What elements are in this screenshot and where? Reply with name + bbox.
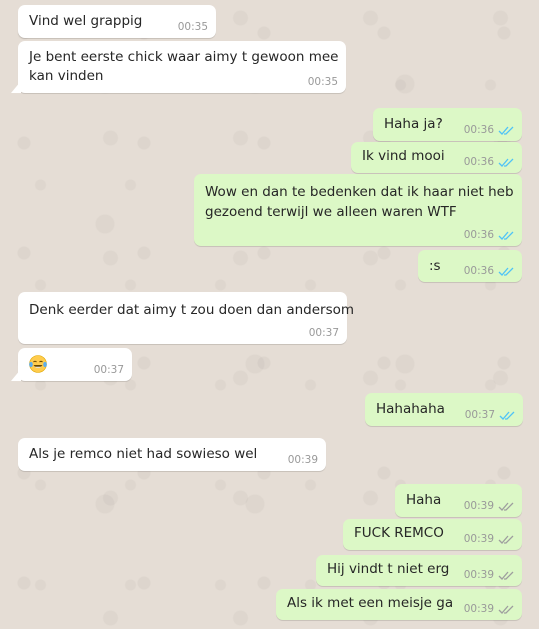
message-text: Vind wel grappig <box>29 13 143 29</box>
double-check-icon <box>498 605 514 614</box>
message-bubble-incoming[interactable]: Je bent eerste chick waar aimy t gewoon … <box>11 41 346 93</box>
message-text: Denk eerder dat aimy t zou doen dan ande… <box>29 302 355 318</box>
message-bubble-incoming[interactable]: Als je remco niet had sowieso wel 00:39 <box>18 438 326 471</box>
message-time: 00:36 <box>463 156 494 168</box>
message-time: 00:36 <box>463 229 494 241</box>
double-check-icon <box>498 571 514 580</box>
message-text: Als ik met een meisje ga <box>287 595 454 611</box>
message-time: 00:37 <box>464 409 495 421</box>
message-text: kan vinden <box>29 68 104 84</box>
double-check-icon <box>498 126 514 135</box>
double-check-icon <box>499 411 515 420</box>
message-time: 00:39 <box>463 603 494 615</box>
message-bubble-outgoing[interactable]: Als ik met een meisje ga 00:39 <box>276 589 522 620</box>
double-check-icon <box>498 267 514 276</box>
message-text: Haha <box>406 492 442 508</box>
message-text: Als je remco niet had sowieso wel <box>29 446 258 462</box>
message-bubble-outgoing[interactable]: Hahahaha 00:37 <box>365 393 523 426</box>
double-check-icon <box>498 502 514 511</box>
message-text: gezoend terwijl we alleen waren WTF <box>205 204 457 220</box>
message-time: 00:35 <box>307 76 338 88</box>
message-bubble-outgoing[interactable]: Haha 00:39 <box>395 484 522 517</box>
message-time: 00:39 <box>463 500 494 512</box>
message-text: Je bent eerste chick waar aimy t gewoon … <box>29 49 339 65</box>
message-time: 00:36 <box>463 124 494 136</box>
message-bubble-outgoing[interactable]: Ik vind mooi 00:36 <box>351 142 522 173</box>
message-bubble-incoming[interactable]: Vind wel grappig 00:35 <box>18 5 216 38</box>
message-text: Ik vind mooi <box>362 148 445 164</box>
message-text: :s <box>429 258 441 274</box>
message-text: Hij vindt t niet erg <box>327 561 450 577</box>
laughing-tears-emoji-icon <box>29 355 47 373</box>
message-time: 00:36 <box>463 265 494 277</box>
message-bubble-outgoing[interactable]: Wow en dan te bedenken dat ik haar niet … <box>194 174 522 246</box>
message-bubble-incoming[interactable]: 00:37 <box>11 348 132 381</box>
message-bubble-incoming[interactable]: Denk eerder dat aimy t zou doen dan ande… <box>18 292 354 344</box>
double-check-icon <box>498 231 514 240</box>
double-check-icon <box>498 158 514 167</box>
message-time: 00:39 <box>287 454 318 466</box>
message-bubble-outgoing[interactable]: :s 00:36 <box>418 250 522 282</box>
message-time: 00:37 <box>308 327 339 339</box>
message-bubble-outgoing[interactable]: Haha ja? 00:36 <box>373 108 522 141</box>
message-bubble-outgoing[interactable]: FUCK REMCO 00:39 <box>343 519 522 550</box>
message-text: Haha ja? <box>384 116 443 132</box>
message-time: 00:37 <box>93 364 124 376</box>
message-text: Wow en dan te bedenken dat ik haar niet … <box>205 184 514 200</box>
message-time: 00:39 <box>463 569 494 581</box>
message-text: Hahahaha <box>376 401 445 417</box>
message-bubble-outgoing[interactable]: Hij vindt t niet erg 00:39 <box>316 555 522 586</box>
message-time: 00:35 <box>177 21 208 33</box>
double-check-icon <box>498 535 514 544</box>
message-time: 00:39 <box>463 533 494 545</box>
message-text: FUCK REMCO <box>354 525 444 541</box>
